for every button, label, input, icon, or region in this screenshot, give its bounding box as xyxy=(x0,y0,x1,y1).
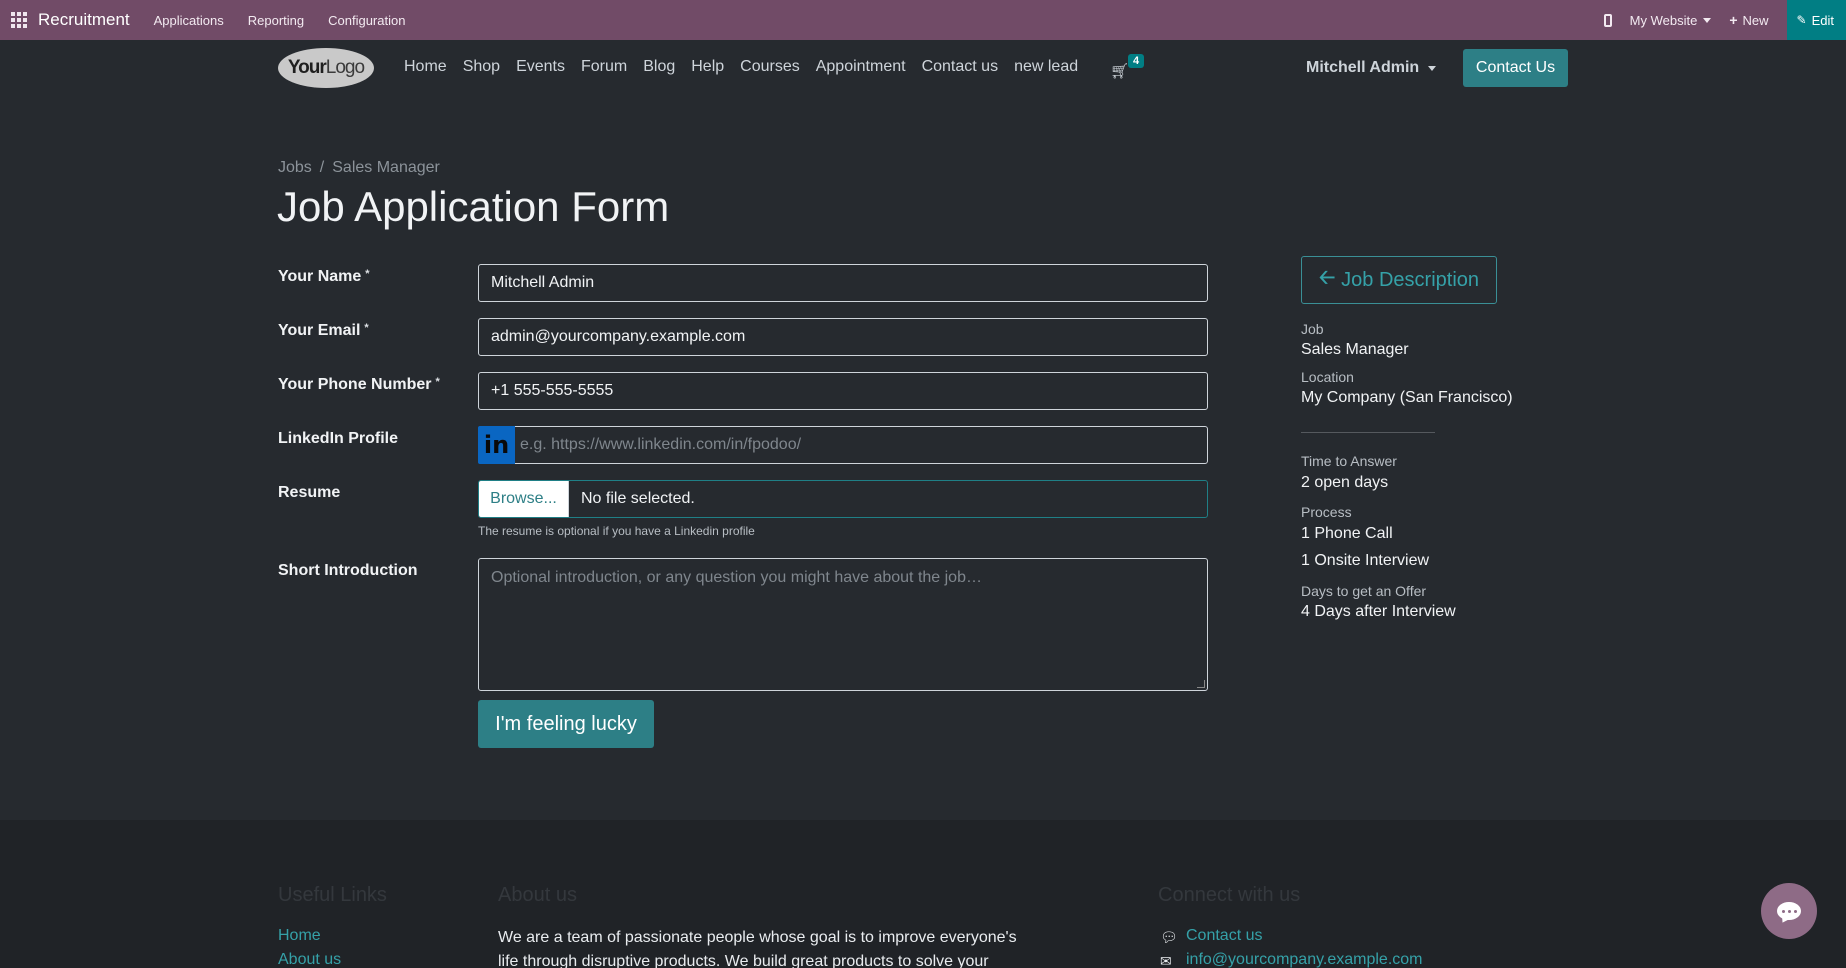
footer-contact-link[interactable]: Contact us xyxy=(1186,927,1262,945)
email-label: Your Email * xyxy=(278,322,369,340)
footer-useful-links-title: Useful Links xyxy=(278,884,387,906)
cart-icon: 🛒︎ xyxy=(1110,63,1130,80)
required-marker: * xyxy=(435,376,440,388)
edit-button-label: Edit xyxy=(1811,12,1834,28)
location-caption: Location xyxy=(1301,369,1354,385)
nav-courses[interactable]: Courses xyxy=(740,58,800,76)
phone-label: Your Phone Number * xyxy=(278,376,440,394)
footer-connect-title: Connect with us xyxy=(1158,884,1301,906)
admin-bar-actions: My Website + New ✎ Edit xyxy=(1603,0,1846,40)
job-caption: Job xyxy=(1301,321,1324,337)
mobile-preview-icon[interactable] xyxy=(1603,13,1612,27)
process-step: 1 Phone Call xyxy=(1301,525,1393,542)
footer-link-about[interactable]: About us xyxy=(278,951,341,968)
breadcrumb-current: Sales Manager xyxy=(332,159,440,176)
edit-button[interactable]: ✎ Edit xyxy=(1786,0,1846,40)
website-switcher-label: My Website xyxy=(1629,12,1698,28)
name-label: Your Name * xyxy=(278,268,370,286)
intro-label: Short Introduction xyxy=(278,562,418,579)
logo-text: Logo xyxy=(325,57,365,78)
file-status: No file selected. xyxy=(581,490,695,507)
logo-text-bold: Your xyxy=(287,57,327,78)
resume-file-input[interactable]: Browse... No file selected. xyxy=(478,480,1208,518)
cart-count-badge: 4 xyxy=(1128,54,1145,68)
site-header: Your Logo Home Shop Events Forum Blog Hel… xyxy=(0,40,1846,96)
aside-divider xyxy=(1301,432,1435,433)
offer-caption: Days to get an Offer xyxy=(1301,583,1427,599)
livechat-button[interactable] xyxy=(1761,883,1817,939)
breadcrumb: Jobs / Sales Manager xyxy=(278,159,440,177)
menu-applications[interactable]: Applications xyxy=(154,13,224,28)
nav-blog[interactable]: Blog xyxy=(643,58,675,76)
intro-placeholder: Optional introduction, or any question y… xyxy=(491,569,982,586)
footer-link-home[interactable]: Home xyxy=(278,927,321,945)
browse-button[interactable]: Browse... xyxy=(479,481,569,517)
nav-events[interactable]: Events xyxy=(516,58,565,76)
apps-grid-icon xyxy=(11,12,27,28)
phone-label-text: Your Phone Number xyxy=(278,376,432,393)
time-to-answer-value: 2 open days xyxy=(1301,474,1389,491)
breadcrumb-jobs[interactable]: Jobs xyxy=(278,159,312,176)
footer-about-title: About us xyxy=(498,884,577,906)
email-label-text: Your Email xyxy=(278,322,361,339)
plus-icon: + xyxy=(1729,12,1738,28)
cart-link[interactable]: 🛒︎ 4 xyxy=(1110,54,1146,80)
nav-help[interactable]: Help xyxy=(691,58,724,76)
menu-reporting[interactable]: Reporting xyxy=(248,13,304,28)
site-logo[interactable]: Your Logo xyxy=(278,48,374,88)
apps-menu-button[interactable] xyxy=(0,0,38,40)
phone-input[interactable]: +1 555-555-5555 xyxy=(478,372,1208,410)
submit-button[interactable]: I'm feeling lucky xyxy=(478,700,654,748)
linkedin-label: LinkedIn Profile xyxy=(278,430,399,447)
nav-new-lead[interactable]: new lead xyxy=(1014,58,1078,76)
resume-label: Resume xyxy=(278,484,341,501)
nav-appointment[interactable]: Appointment xyxy=(816,58,906,76)
new-button[interactable]: + New xyxy=(1729,12,1768,28)
footer-about-text: We are a team of passionate people whose… xyxy=(498,929,1017,968)
breadcrumb-separator: / xyxy=(319,159,325,176)
resume-help-text: The resume is optional if you have a Lin… xyxy=(478,524,755,538)
job-value: Sales Manager xyxy=(1301,341,1409,358)
pencil-icon: ✎ xyxy=(1796,13,1807,27)
website-switcher[interactable]: My Website xyxy=(1630,13,1712,28)
nav-home[interactable]: Home xyxy=(404,58,447,76)
nav-forum[interactable]: Forum xyxy=(581,58,627,76)
caret-down-icon xyxy=(1703,17,1712,23)
user-name: Mitchell Admin xyxy=(1306,59,1420,76)
location-value: My Company (San Francisco) xyxy=(1301,389,1513,406)
linkedin-icon: in xyxy=(478,425,515,464)
required-marker: * xyxy=(365,268,370,280)
resize-handle-icon[interactable] xyxy=(1197,680,1205,688)
comment-icon: 💬︎ xyxy=(1160,929,1178,945)
admin-bar: Recruitment Applications Reporting Confi… xyxy=(0,0,1846,40)
name-label-text: Your Name xyxy=(278,268,362,285)
required-marker: * xyxy=(364,322,369,334)
process-caption: Process xyxy=(1301,504,1352,520)
page-title: Job Application Form xyxy=(277,183,670,230)
process-step: 1 Onsite Interview xyxy=(1301,552,1430,569)
user-menu[interactable]: Mitchell Admin xyxy=(1306,59,1437,77)
app-name[interactable]: Recruitment xyxy=(38,10,130,30)
nav-contact-us[interactable]: Contact us xyxy=(922,58,998,76)
caret-down-icon xyxy=(1428,65,1437,71)
chat-bubble-icon xyxy=(1777,902,1801,920)
main-nav: Home Shop Events Forum Blog Help Courses… xyxy=(404,58,1094,76)
footer-email-link[interactable]: info@yourcompany.example.com xyxy=(1186,951,1423,968)
linkedin-placeholder: e.g. https://www.linkedin.com/in/fpodoo/ xyxy=(520,436,802,453)
menu-configuration[interactable]: Configuration xyxy=(328,13,405,28)
intro-textarea[interactable]: Optional introduction, or any question y… xyxy=(478,558,1208,691)
time-to-answer-caption: Time to Answer xyxy=(1301,453,1397,469)
email-input[interactable]: admin@yourcompany.example.com xyxy=(478,318,1208,356)
new-button-label: New xyxy=(1742,12,1769,28)
offer-value: 4 Days after Interview xyxy=(1301,603,1456,620)
job-description-label: Job Description xyxy=(1341,268,1480,291)
name-input[interactable]: Mitchell Admin xyxy=(478,264,1208,302)
linkedin-input[interactable]: in e.g. https://www.linkedin.com/in/fpod… xyxy=(478,425,1208,464)
envelope-icon: ✉ xyxy=(1160,953,1172,968)
contact-us-button[interactable]: Contact Us xyxy=(1463,49,1568,87)
arrow-left-icon: 🡠 xyxy=(1318,267,1336,289)
job-description-button[interactable]: 🡠 Job Description xyxy=(1301,256,1497,304)
nav-shop[interactable]: Shop xyxy=(463,58,500,76)
